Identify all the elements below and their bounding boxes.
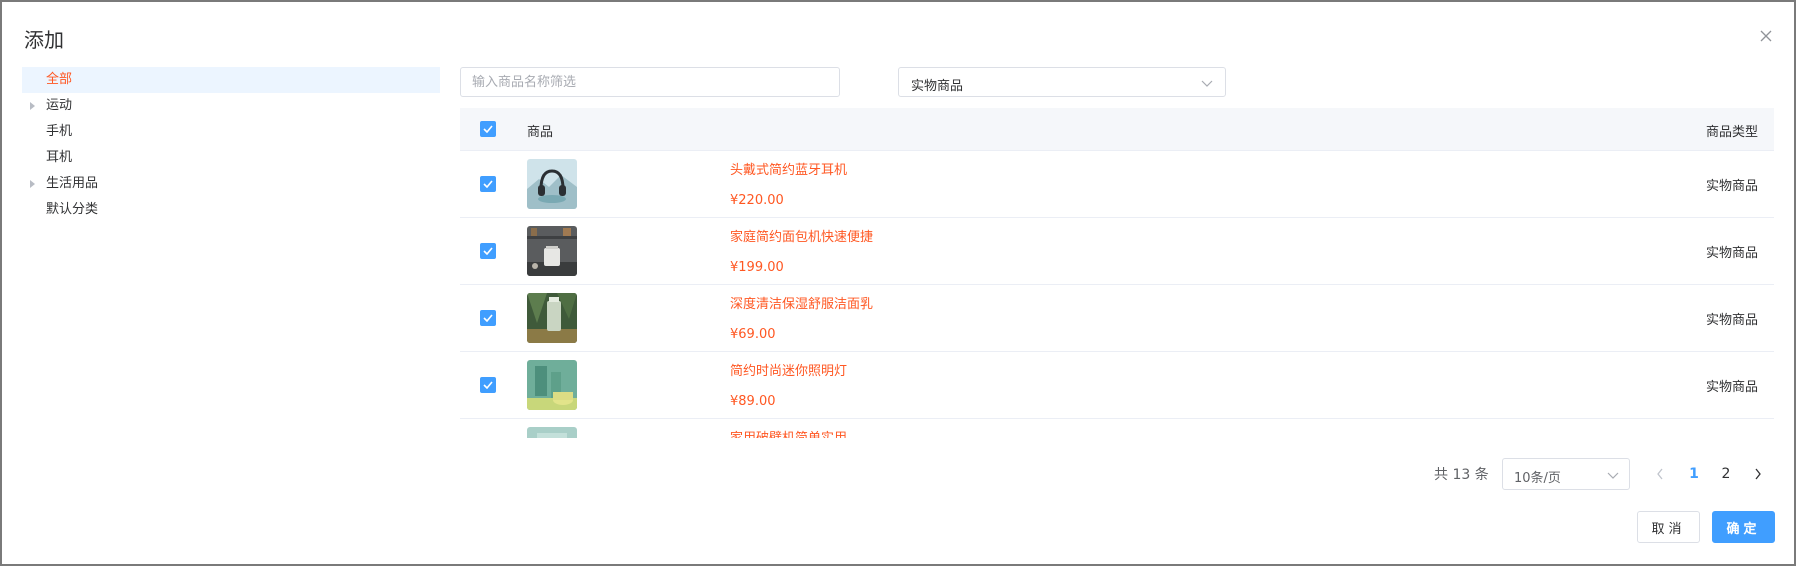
dialog-title: 添加 <box>24 28 64 52</box>
product-type: 实物商品 <box>1705 246 1758 261</box>
product-thumbnail <box>527 360 577 410</box>
prev-page-icon[interactable] <box>1648 462 1672 486</box>
confirm-button[interactable]: 确定 <box>1712 511 1775 543</box>
row-checkbox[interactable] <box>480 176 496 192</box>
table-header: 商品 商品类型 <box>460 108 1774 151</box>
product-type: 实物商品 <box>1705 380 1758 395</box>
table-row: 家用破壁机简单实用 <box>460 419 1774 438</box>
tree-item-daily-goods[interactable]: 生活用品 <box>22 171 440 197</box>
row-checkbox[interactable] <box>480 377 496 393</box>
product-price: ¥220.00 <box>730 193 784 208</box>
tree-item-earphones[interactable]: 耳机 <box>22 145 440 171</box>
chevron-down-icon <box>1607 469 1619 484</box>
select-all-checkbox[interactable] <box>480 121 496 137</box>
goods-type-select[interactable]: 实物商品 <box>898 67 1226 97</box>
tree-item-phones[interactable]: 手机 <box>22 119 440 145</box>
table-row: 家庭简约面包机快速便捷 ¥199.00 实物商品 <box>460 218 1774 285</box>
tree-item-sports[interactable]: 运动 <box>22 93 440 119</box>
page-size-select[interactable]: 10条/页 <box>1502 458 1630 490</box>
chevron-down-icon <box>1201 77 1213 92</box>
table-row: 深度清洁保湿舒服洁面乳 ¥69.00 实物商品 <box>460 285 1774 352</box>
tree-item-label: 生活用品 <box>46 176 99 191</box>
category-tree: 全部 运动 手机 耳机 生活用品 默认分类 <box>22 67 440 223</box>
close-icon[interactable] <box>1754 24 1778 48</box>
tree-item-default[interactable]: 默认分类 <box>22 197 440 223</box>
page-1-button[interactable]: 1 <box>1682 462 1706 486</box>
caret-right-icon[interactable] <box>30 102 35 110</box>
search-input[interactable] <box>460 67 840 97</box>
table-row: 头戴式简约蓝牙耳机 ¥220.00 实物商品 <box>460 151 1774 218</box>
product-name: 家用破壁机简单实用 <box>730 427 847 438</box>
row-checkbox[interactable] <box>480 310 496 326</box>
product-price: ¥89.00 <box>730 394 776 409</box>
tree-item-label: 默认分类 <box>46 202 99 217</box>
row-checkbox[interactable] <box>480 243 496 259</box>
pagination-total: 共 13 条 <box>1434 467 1489 483</box>
product-thumbnail <box>527 427 577 438</box>
table-row: 简约时尚迷你照明灯 ¥89.00 实物商品 <box>460 352 1774 419</box>
product-thumbnail <box>527 159 577 209</box>
column-header-type: 商品类型 <box>1705 125 1758 140</box>
page-size-value: 10条/页 <box>1514 471 1561 486</box>
product-type: 实物商品 <box>1705 313 1758 328</box>
page-2-button[interactable]: 2 <box>1714 462 1738 486</box>
product-name: 简约时尚迷你照明灯 <box>730 364 848 379</box>
tree-item-all[interactable]: 全部 <box>22 67 440 93</box>
product-price: ¥199.00 <box>730 260 784 275</box>
product-thumbnail <box>527 226 577 276</box>
caret-right-icon[interactable] <box>30 180 35 188</box>
product-thumbnail <box>527 293 577 343</box>
product-name: 深度清洁保湿舒服洁面乳 <box>730 297 874 312</box>
cancel-button[interactable]: 取消 <box>1637 511 1700 543</box>
goods-table: 商品 商品类型 头戴式简约蓝牙耳机 ¥220.00 实物商品 家庭简约面包机快速… <box>460 108 1774 438</box>
tree-item-label: 耳机 <box>46 150 73 165</box>
tree-item-label: 全部 <box>46 72 73 87</box>
product-type: 实物商品 <box>1705 179 1758 194</box>
select-value: 实物商品 <box>911 79 964 94</box>
product-name: 头戴式简约蓝牙耳机 <box>730 163 848 178</box>
tree-item-label: 运动 <box>46 98 73 113</box>
next-page-icon[interactable] <box>1746 462 1770 486</box>
product-name: 家庭简约面包机快速便捷 <box>730 230 874 245</box>
product-price: ¥69.00 <box>730 327 776 342</box>
tree-item-label: 手机 <box>46 124 73 139</box>
column-header-goods: 商品 <box>527 125 554 140</box>
